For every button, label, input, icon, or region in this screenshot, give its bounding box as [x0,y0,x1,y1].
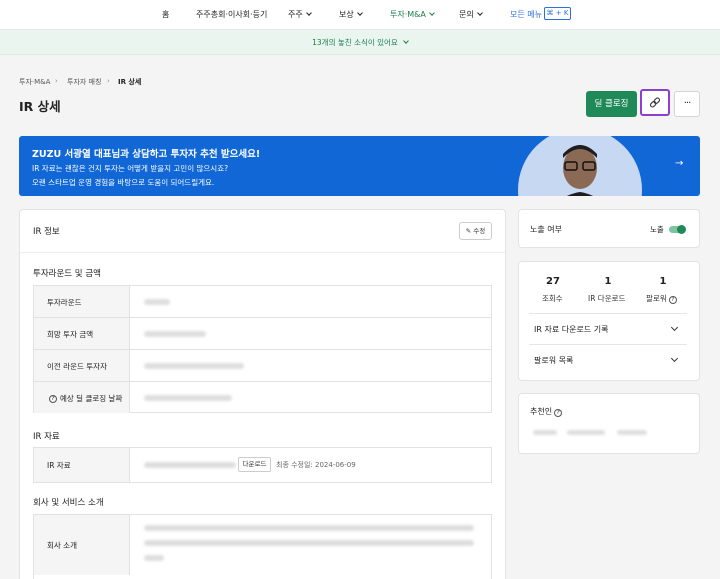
divider [529,344,687,345]
nav-shareholders-label: 주주 [288,10,303,19]
row-label-round: 투자라운드 [47,298,82,307]
banner-headline: ZUZU 서광열 대표님과 상담하고 투자자 추천 받으세요! [32,149,261,160]
nav-shareholders[interactable]: 주주 [288,9,312,20]
nav-compensation[interactable]: 보상 [339,9,363,20]
downloads-count: 1 [604,276,612,287]
table-row: 희망 투자 금액 [34,318,491,350]
table-row: IR 자료 다운로드 최종 수정일: 2024-06-09 [34,448,491,482]
redacted-text [144,540,474,546]
breadcrumb-investment[interactable]: 투자·M&A [19,77,50,87]
chevron-down-icon [356,10,363,16]
top-nav: 홈 주주총회·이사회·등기 주주 보상 투자·M&A 문의 모든 메뉴 ⌘ + … [0,0,720,30]
redacted-value [144,299,170,305]
redacted-text [144,525,474,531]
company-table: 회사 소개 [33,514,492,579]
recommender-card [518,393,700,454]
section-company: 회사 및 서비스 소개 [33,498,104,508]
redacted-filename [144,462,236,468]
row-label-closing-date: 예상 딜 클로징 날짜? [47,393,122,403]
ceo-portrait [518,136,642,196]
nav-inquiry-label: 문의 [459,10,474,19]
ir-info-title: IR 정보 [33,227,60,237]
chevron-down-icon [476,10,483,16]
nav-inquiry[interactable]: 문의 [459,9,483,20]
all-menu-link[interactable]: 모든 메뉴 [510,9,542,20]
row-label-ir-doc: IR 자료 [47,461,71,470]
nav-investment[interactable]: 투자·M&A [390,9,435,20]
breadcrumb-separator: › [55,77,58,85]
table-row: 회사 소개 [34,515,491,575]
nav-home[interactable]: 홈 [162,9,169,20]
row-label-company: 회사 소개 [47,541,77,550]
recommender-title-text: 추천인 [530,407,553,416]
exposure-state: 노출 [650,225,664,234]
nav-meetings[interactable]: 주주총회·이사회·등기 [196,9,267,20]
nav-compensation-label: 보상 [339,10,354,19]
edit-label: 수정 [473,227,486,235]
banner-line-1: IR 자료는 괜찮은 건지 투자는 어떻게 받을지 고민이 많으시죠? [32,164,229,173]
round-table: 투자라운드 희망 투자 금액 이전 라운드 투자자 예상 딜 클로징 날짜? [33,285,492,413]
nav-investment-label: 투자·M&A [390,10,426,19]
redacted-value [144,331,206,337]
help-icon[interactable]: ? [668,296,677,304]
section-round: 투자라운드 및 금액 [33,269,101,279]
section-docs: IR 자료 [33,432,60,442]
table-row: 투자라운드 [34,286,491,318]
docs-table: IR 자료 다운로드 최종 수정일: 2024-06-09 [33,447,492,483]
table-row: 이전 라운드 투자자 [34,350,491,382]
pencil-icon: ✎ [465,227,472,235]
more-button[interactable]: ··· [674,91,700,117]
chevron-down-icon [429,10,435,16]
shortcut-badge: ⌘ + K [544,7,571,20]
divider [20,252,505,253]
redacted-recommender [567,430,605,435]
breadcrumb-current: IR 상세 [118,78,142,86]
missed-news-text: 13개의 놓친 소식이 있어요 [0,37,720,48]
last-modified: 최종 수정일: 2024-06-09 [276,461,356,469]
page-title: IR 상세 [19,99,61,114]
views-label: 조회수 [542,294,563,303]
arrow-right-icon[interactable]: → [675,158,683,169]
divider [529,313,687,314]
copy-link-button[interactable] [640,89,670,116]
table-row: 예상 딜 클로징 날짜? [34,382,491,413]
downloads-label: IR 다운로드 [588,294,626,303]
consult-banner[interactable]: ZUZU 서광열 대표님과 상담하고 투자자 추천 받으세요! IR 자료는 괜… [19,136,700,196]
edit-button[interactable]: ✎ 수정 [459,222,492,240]
deal-closing-button[interactable]: 딜 클로징 [586,91,637,117]
download-history-toggle[interactable]: IR 자료 다운로드 기록 [534,324,608,335]
redacted-text [144,555,164,561]
follower-list-toggle[interactable]: 팔로워 목록 [534,355,573,366]
row-label-prev-investors: 이전 라운드 투자자 [47,362,107,371]
recommender-title: 추천인? [530,406,563,417]
exposure-label: 노출 여부 [530,225,562,234]
redacted-recommender [533,430,557,435]
banner-line-2: 오랜 스타트업 운영 경험을 바탕으로 도움이 되어드릴게요. [32,178,215,187]
download-button[interactable]: 다운로드 [238,457,271,472]
chevron-down-icon [305,10,312,16]
redacted-value [144,363,244,369]
breadcrumb-matching[interactable]: 투자자 매칭 [67,77,101,87]
redacted-recommender [617,430,647,435]
followers-count: 1 [659,276,667,287]
closing-date-label: 예상 딜 클로징 날짜 [60,394,123,403]
link-icon [649,97,661,108]
row-label-amount: 희망 투자 금액 [47,330,94,339]
views-count: 27 [546,276,560,287]
exposure-toggle[interactable] [669,225,686,234]
followers-label: 팔로워? [646,293,677,304]
redacted-value [144,395,232,401]
followers-label-text: 팔로워 [646,294,667,303]
chevron-down-icon [403,38,409,44]
help-icon[interactable]: ? [49,395,57,403]
breadcrumb-separator: › [107,77,110,85]
help-icon[interactable]: ? [554,409,563,417]
missed-news-bar[interactable]: 13개의 놓친 소식이 있어요 [0,30,720,55]
